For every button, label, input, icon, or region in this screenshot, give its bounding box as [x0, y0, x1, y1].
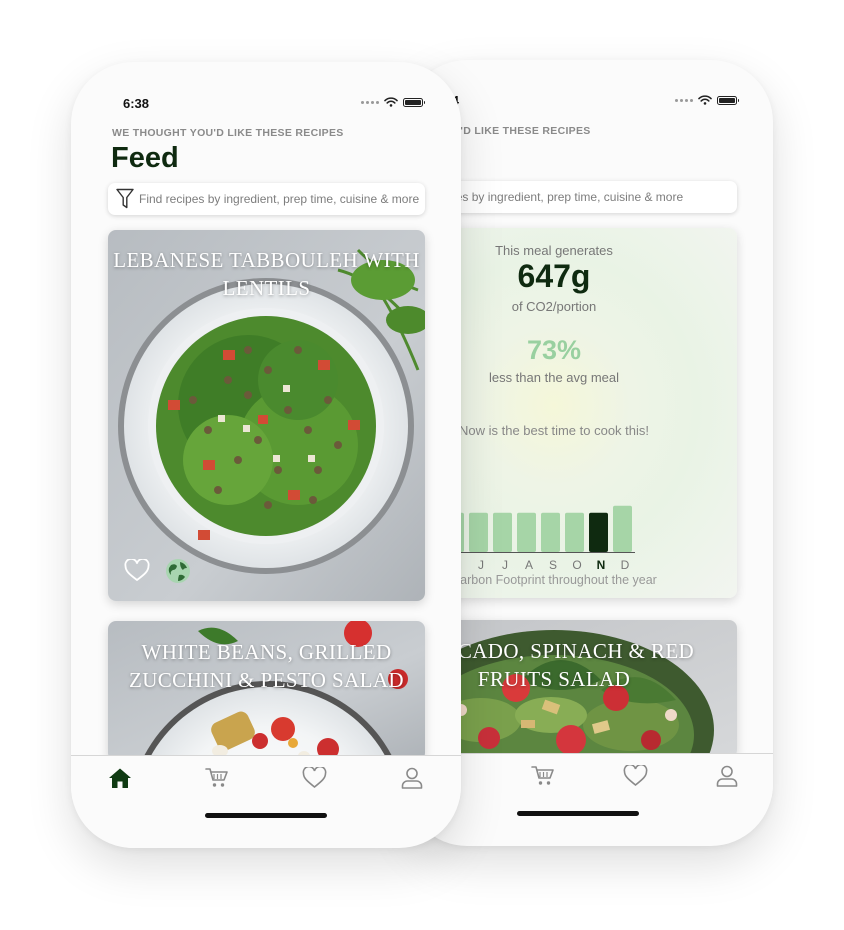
month-label: J: [502, 558, 508, 572]
search-input[interactable]: [139, 192, 425, 206]
heart-icon: [302, 767, 327, 789]
month-label: A: [524, 558, 533, 572]
recipe-title: WHITE BEANS, GRILLED ZUCCHINI & PESTO SA…: [128, 640, 404, 692]
tab-home[interactable]: [71, 756, 169, 800]
month-label: J: [478, 558, 484, 572]
co2-bar: [541, 512, 560, 552]
month-label: D: [620, 558, 630, 572]
signal-icon: [675, 98, 693, 102]
co2-bar: [565, 512, 584, 552]
globe-icon[interactable]: [165, 558, 191, 584]
co2-bar: [517, 512, 536, 552]
wifi-icon: [698, 95, 712, 105]
phone-front: 6:38 WE THOUGHT YOU'D LIKE THESE RECIPES…: [71, 62, 461, 848]
cart-icon: [531, 766, 554, 785]
tab-cart[interactable]: [169, 756, 267, 800]
filter-icon[interactable]: [116, 188, 134, 210]
tab-favorites[interactable]: [266, 756, 364, 800]
co2-bar: [589, 512, 608, 552]
co2-bar: [493, 512, 512, 552]
month-label: O: [572, 558, 582, 572]
co2-bar: [613, 505, 632, 552]
heart-icon: [623, 765, 647, 787]
wifi-icon: [384, 97, 398, 107]
month-label: N: [596, 558, 606, 572]
home-indicator: [205, 813, 327, 818]
page-title: Feed: [111, 142, 179, 174]
status-icons: [675, 95, 739, 105]
tab-profile[interactable]: [364, 756, 462, 800]
tab-bar: [71, 755, 461, 800]
search-bar[interactable]: [108, 183, 425, 215]
home-indicator: [517, 811, 639, 816]
favorite-heart-icon[interactable]: [124, 559, 150, 582]
battery-icon: [717, 95, 739, 105]
battery-icon: [403, 97, 425, 107]
tab-favorites[interactable]: [589, 754, 681, 798]
tab-cart[interactable]: [497, 754, 589, 798]
recipe-title: LEBANESE TABBOULEH WITH LENTILS: [113, 248, 420, 300]
home-icon: [108, 768, 131, 788]
co2-bar: [469, 512, 488, 552]
cart-icon: [205, 768, 229, 787]
month-label: S: [548, 558, 557, 572]
recipe-card-tabbouleh[interactable]: LEBANESE TABBOULEH WITH LENTILS: [108, 230, 425, 601]
feed-subtitle: WE THOUGHT YOU'D LIKE THESE RECIPES: [112, 127, 344, 139]
signal-icon: [361, 100, 379, 104]
status-time: 6:38: [123, 96, 150, 111]
profile-icon: [716, 765, 738, 787]
status-icons: [361, 97, 425, 107]
tab-profile[interactable]: [681, 754, 773, 798]
profile-icon: [401, 767, 423, 789]
recipe-card-white-beans[interactable]: WHITE BEANS, GRILLED ZUCCHINI & PESTO SA…: [108, 621, 425, 761]
